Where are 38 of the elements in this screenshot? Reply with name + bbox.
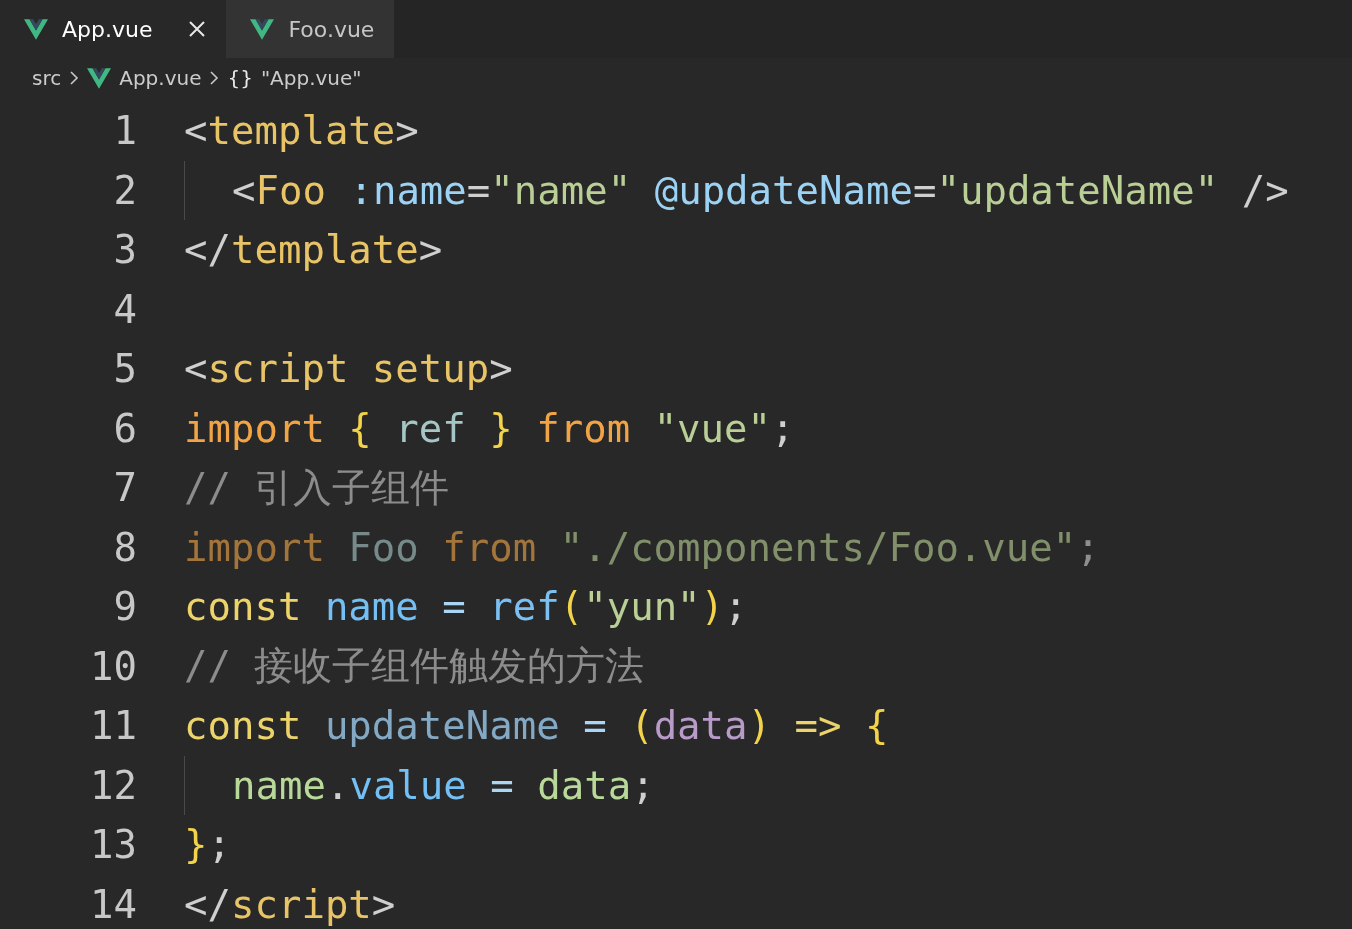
line-number: 10: [89, 643, 137, 689]
line-number: 9: [112, 584, 137, 630]
line-number: 12: [89, 762, 137, 808]
breadcrumb-item[interactable]: "App.vue": [260, 66, 362, 90]
code-line: const name = ref("yun");: [184, 583, 748, 632]
line-number: 13: [89, 822, 137, 868]
line-number: 14: [89, 881, 137, 927]
code-line: const updateName = (data) => {: [184, 702, 889, 751]
code-line: </script>: [184, 880, 396, 929]
chevron-icon: [209, 70, 220, 86]
vue-logo-icon: [87, 67, 112, 89]
chevron-icon: [69, 70, 80, 86]
line-number: 4: [112, 286, 137, 332]
breadcrumb-item[interactable]: App.vue: [119, 66, 202, 90]
code-line: <script setup>: [184, 345, 513, 394]
line-number: 11: [89, 703, 137, 749]
braces-icon: {}: [227, 66, 253, 90]
vue-logo-icon: [250, 18, 275, 40]
code-line: name.value = data;: [232, 761, 655, 810]
line-number: 8: [112, 524, 137, 570]
code-line: // 引入子组件: [184, 463, 450, 512]
code-line: import { ref } from "vue";: [184, 404, 795, 453]
line-number: 3: [112, 227, 137, 273]
breadcrumb-item[interactable]: src: [32, 66, 62, 90]
vue-logo-icon: [24, 18, 48, 40]
line-number: 1: [112, 108, 137, 154]
editor-tab[interactable]: Foo.vue: [226, 0, 395, 58]
close-icon[interactable]: [188, 20, 207, 38]
line-number: 5: [112, 346, 137, 392]
code-line: // 接收子组件触发的方法: [184, 642, 645, 691]
code-line: };: [184, 821, 231, 870]
code-line: <template>: [184, 107, 419, 156]
line-number: 7: [112, 465, 137, 511]
code-line: <Foo :name="name" @updateName="updateName" />: [232, 166, 1289, 215]
code-line: </template>: [184, 226, 443, 275]
line-number: 2: [112, 167, 137, 213]
code-line: import Foo from "./components/Foo.vue";: [184, 523, 1100, 572]
line-number: 6: [112, 405, 137, 451]
